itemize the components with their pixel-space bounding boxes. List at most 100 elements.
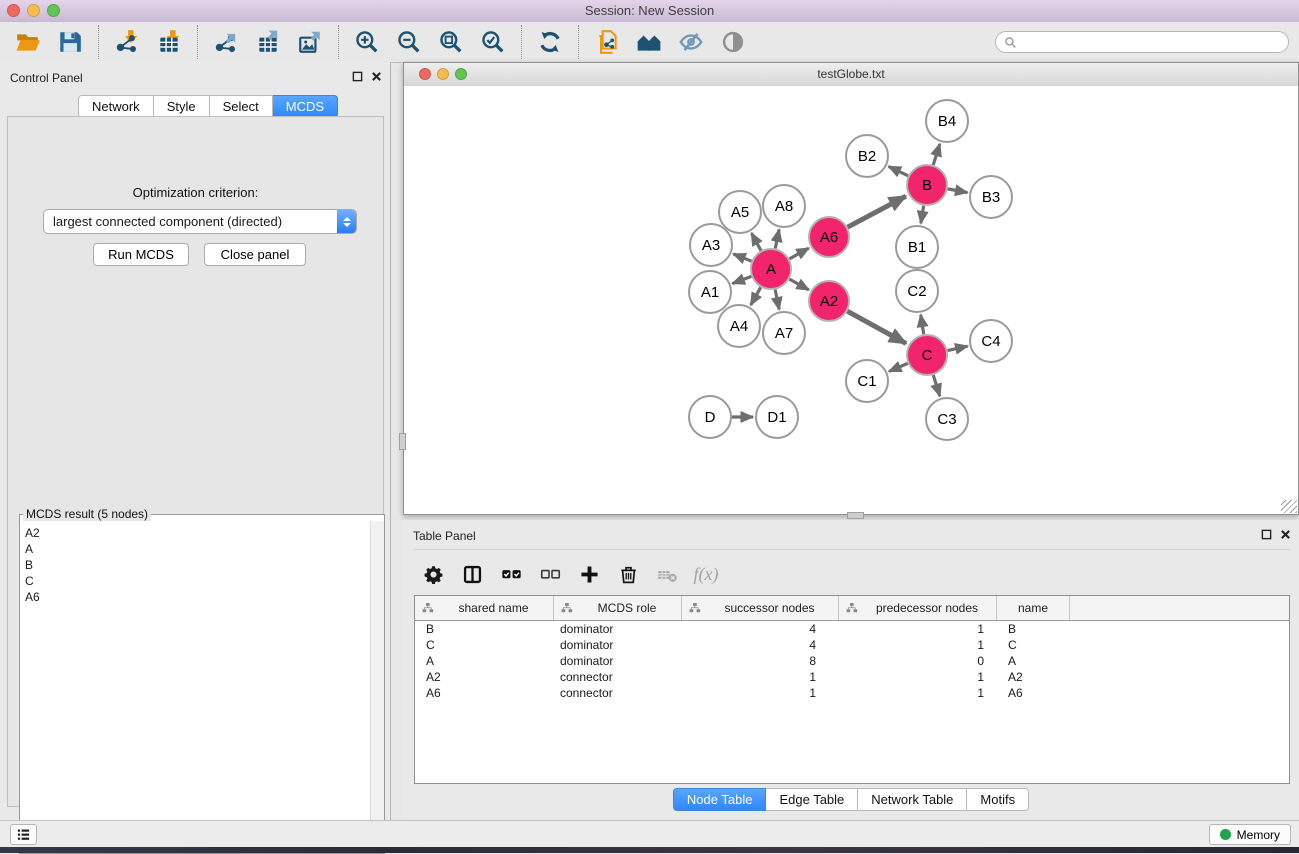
export-network-button[interactable] bbox=[211, 27, 241, 57]
table-cell[interactable]: B bbox=[415, 621, 554, 637]
node-A5[interactable]: A5 bbox=[719, 191, 761, 233]
edge-A-A7[interactable] bbox=[775, 290, 779, 310]
node-A[interactable]: A bbox=[751, 249, 791, 289]
tab-motifs[interactable]: Motifs bbox=[967, 788, 1029, 811]
table-cell[interactable]: 1 bbox=[839, 621, 997, 637]
network-canvas[interactable]: B4B2BB3A5A8A6A3B1AA1C2A2A4A7C4CC1DD1C3 bbox=[404, 86, 1298, 510]
import-network-button[interactable] bbox=[112, 27, 142, 57]
float-panel-icon[interactable] bbox=[352, 71, 363, 82]
table-cell[interactable]: dominator bbox=[554, 621, 682, 637]
vertical-scrollbar-stub[interactable] bbox=[399, 433, 406, 450]
memory-button[interactable]: Memory bbox=[1209, 824, 1291, 845]
node-C3[interactable]: C3 bbox=[926, 398, 968, 440]
table-row[interactable]: Bdominator41B bbox=[415, 621, 1289, 637]
node-A6[interactable]: A6 bbox=[809, 217, 849, 257]
column-header-MCDS-role[interactable]: MCDS role bbox=[554, 596, 682, 620]
show-column-button[interactable] bbox=[460, 562, 484, 586]
table-cell[interactable]: B bbox=[997, 621, 1070, 637]
horizontal-scrollbar-stub[interactable] bbox=[847, 512, 864, 519]
close-panel-icon[interactable] bbox=[371, 71, 382, 82]
tab-network[interactable]: Network bbox=[78, 95, 154, 118]
edge-B-B3[interactable] bbox=[948, 189, 968, 193]
node-D[interactable]: D bbox=[689, 396, 731, 438]
save-session-button[interactable] bbox=[55, 27, 85, 57]
table-cell[interactable]: 8 bbox=[682, 653, 839, 669]
table-cell[interactable]: A bbox=[415, 653, 554, 669]
edge-A2-C[interactable] bbox=[847, 311, 906, 343]
table-cell[interactable]: A bbox=[997, 653, 1070, 669]
network-document-button[interactable] bbox=[592, 27, 622, 57]
node-C2[interactable]: C2 bbox=[896, 270, 938, 312]
node-A3[interactable]: A3 bbox=[690, 224, 732, 266]
table-cell[interactable]: A2 bbox=[415, 669, 554, 685]
table-row[interactable]: Cdominator41C bbox=[415, 637, 1289, 653]
hide-details-button[interactable] bbox=[676, 27, 706, 57]
network-frame-titlebar[interactable]: testGlobe.txt bbox=[404, 63, 1298, 87]
table-cell[interactable]: 1 bbox=[839, 637, 997, 653]
select-all-button[interactable] bbox=[499, 562, 523, 586]
edge-A-A4[interactable] bbox=[751, 287, 761, 305]
tab-node-table[interactable]: Node Table bbox=[673, 788, 767, 811]
zoom-fit-button[interactable] bbox=[436, 27, 466, 57]
table-row[interactable]: A2connector11A2 bbox=[415, 669, 1289, 685]
edge-B-B4[interactable] bbox=[933, 144, 940, 165]
table-cell[interactable]: connector bbox=[554, 685, 682, 701]
search-field[interactable] bbox=[995, 31, 1289, 53]
node-B2[interactable]: B2 bbox=[846, 135, 888, 177]
column-header-predecessor-nodes[interactable]: predecessor nodes bbox=[839, 596, 997, 620]
home-button[interactable] bbox=[634, 27, 664, 57]
table-cell[interactable]: C bbox=[415, 637, 554, 653]
node-B4[interactable]: B4 bbox=[926, 100, 968, 142]
edge-C-C3[interactable] bbox=[933, 375, 940, 396]
mcds-result-item[interactable]: B bbox=[25, 557, 371, 573]
add-column-button[interactable] bbox=[577, 562, 601, 586]
edge-C-C4[interactable] bbox=[948, 346, 968, 350]
edge-C-C1[interactable] bbox=[889, 363, 908, 371]
open-session-button[interactable] bbox=[13, 27, 43, 57]
table-cell[interactable]: A6 bbox=[997, 685, 1070, 701]
mcds-result-item[interactable]: A6 bbox=[25, 589, 371, 605]
edge-A-A6[interactable] bbox=[789, 248, 808, 259]
table-row[interactable]: Adominator80A bbox=[415, 653, 1289, 669]
table-cell[interactable]: dominator bbox=[554, 637, 682, 653]
table-cell[interactable]: A6 bbox=[415, 685, 554, 701]
zoom-in-button[interactable] bbox=[352, 27, 382, 57]
column-header-successor-nodes[interactable]: successor nodes bbox=[682, 596, 839, 620]
table-cell[interactable]: 1 bbox=[682, 685, 839, 701]
node-A8[interactable]: A8 bbox=[763, 185, 805, 227]
node-C[interactable]: C bbox=[907, 335, 947, 375]
refresh-button[interactable] bbox=[535, 27, 565, 57]
node-A1[interactable]: A1 bbox=[689, 271, 731, 313]
node-B1[interactable]: B1 bbox=[896, 226, 938, 268]
column-header-name[interactable]: name bbox=[997, 596, 1070, 620]
table-row[interactable]: A6connector11A6 bbox=[415, 685, 1289, 701]
resize-grip[interactable] bbox=[1281, 500, 1297, 513]
table-cell[interactable]: 1 bbox=[682, 669, 839, 685]
mcds-result-item[interactable]: A bbox=[25, 541, 371, 557]
node-A2[interactable]: A2 bbox=[809, 281, 849, 321]
node-C4[interactable]: C4 bbox=[970, 320, 1012, 362]
float-table-panel-icon[interactable] bbox=[1261, 529, 1272, 540]
edge-A-A5[interactable] bbox=[751, 233, 761, 250]
table-cell[interactable]: 1 bbox=[839, 685, 997, 701]
table-cell[interactable]: dominator bbox=[554, 653, 682, 669]
edge-C-C2[interactable] bbox=[921, 315, 924, 335]
show-details-button[interactable] bbox=[718, 27, 748, 57]
export-table-button[interactable] bbox=[253, 27, 283, 57]
table-mode-gear-button[interactable] bbox=[421, 562, 445, 586]
node-D1[interactable]: D1 bbox=[756, 396, 798, 438]
table-cell[interactable]: 4 bbox=[682, 621, 839, 637]
search-input[interactable] bbox=[1022, 34, 1280, 50]
edge-A6-B[interactable] bbox=[848, 196, 906, 227]
tab-select[interactable]: Select bbox=[210, 95, 273, 118]
import-table-button[interactable] bbox=[154, 27, 184, 57]
mcds-result-item[interactable]: A2 bbox=[25, 525, 371, 541]
task-history-button[interactable] bbox=[10, 824, 37, 845]
tab-network-table[interactable]: Network Table bbox=[858, 788, 967, 811]
delete-column-button[interactable] bbox=[616, 562, 640, 586]
deselect-all-button[interactable] bbox=[538, 562, 562, 586]
zoom-selected-button[interactable] bbox=[478, 27, 508, 57]
table-cell[interactable]: 1 bbox=[839, 669, 997, 685]
mcds-list-scrollbar[interactable] bbox=[370, 521, 384, 839]
optimization-criterion-dropdown[interactable]: largest connected component (directed) bbox=[43, 209, 357, 234]
